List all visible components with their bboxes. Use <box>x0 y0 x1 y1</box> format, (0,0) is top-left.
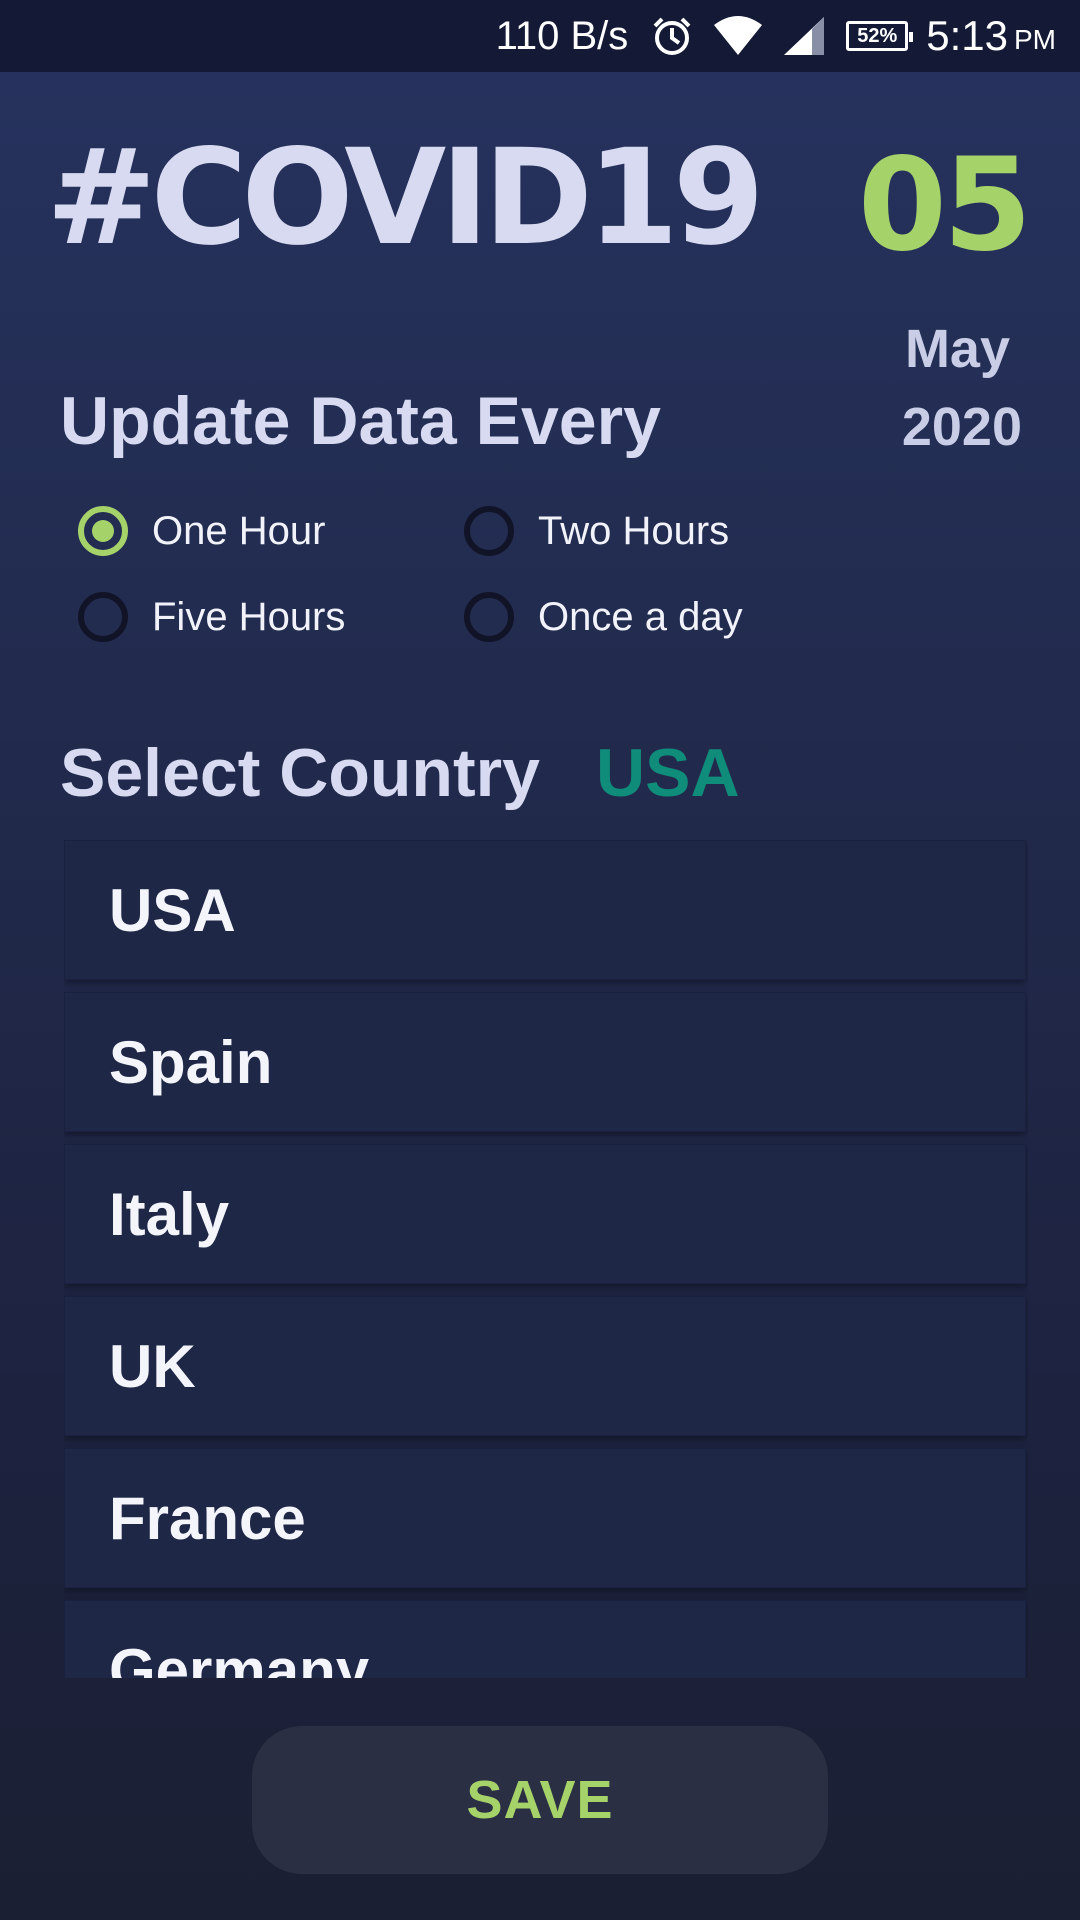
status-bar: 110 B/s 52% 5:13 PM <box>0 0 1080 72</box>
radio-label: Five Hours <box>152 594 346 639</box>
radio-unchecked-icon <box>78 592 128 642</box>
wifi-icon <box>712 15 764 57</box>
country-list[interactable]: USA Spain Italy UK France Germany <box>64 840 1028 1678</box>
battery-icon: 52% <box>846 21 914 51</box>
radio-unchecked-icon <box>464 592 514 642</box>
radio-once-a-day[interactable]: Once a day <box>464 592 743 642</box>
radio-checked-icon <box>78 506 128 556</box>
radio-unchecked-icon <box>464 506 514 556</box>
country-item-spain[interactable]: Spain <box>64 992 1026 1132</box>
radio-label: One Hour <box>152 508 326 553</box>
clock-time: 5:13 <box>926 12 1008 59</box>
date-year: 2020 <box>901 397 1022 457</box>
alarm-icon <box>650 14 694 58</box>
save-button[interactable]: SAVE <box>252 1726 828 1874</box>
radio-label: Once a day <box>538 594 743 639</box>
country-item-uk[interactable]: UK <box>64 1296 1026 1436</box>
radio-label: Two Hours <box>538 508 730 553</box>
radio-two-hours[interactable]: Two Hours <box>464 506 729 556</box>
country-item-italy[interactable]: Italy <box>64 1144 1026 1284</box>
date-month: May <box>904 319 1010 379</box>
country-item-france[interactable]: France <box>64 1448 1026 1588</box>
date-day: 05 <box>857 131 1032 280</box>
select-country-title: Select Country <box>60 735 540 811</box>
update-interval-title: Update Data Every <box>60 383 661 459</box>
cell-signal-icon <box>782 15 828 57</box>
radio-five-hours[interactable]: Five Hours <box>78 592 345 642</box>
radio-one-hour[interactable]: One Hour <box>78 506 325 556</box>
selected-country: USA <box>596 735 740 811</box>
app-title: #COVID19 <box>46 121 765 275</box>
clock-ampm: PM <box>1014 24 1056 55</box>
country-item-germany[interactable]: Germany <box>64 1600 1026 1678</box>
country-item-usa[interactable]: USA <box>64 840 1026 980</box>
network-speed: 110 B/s <box>495 13 629 58</box>
